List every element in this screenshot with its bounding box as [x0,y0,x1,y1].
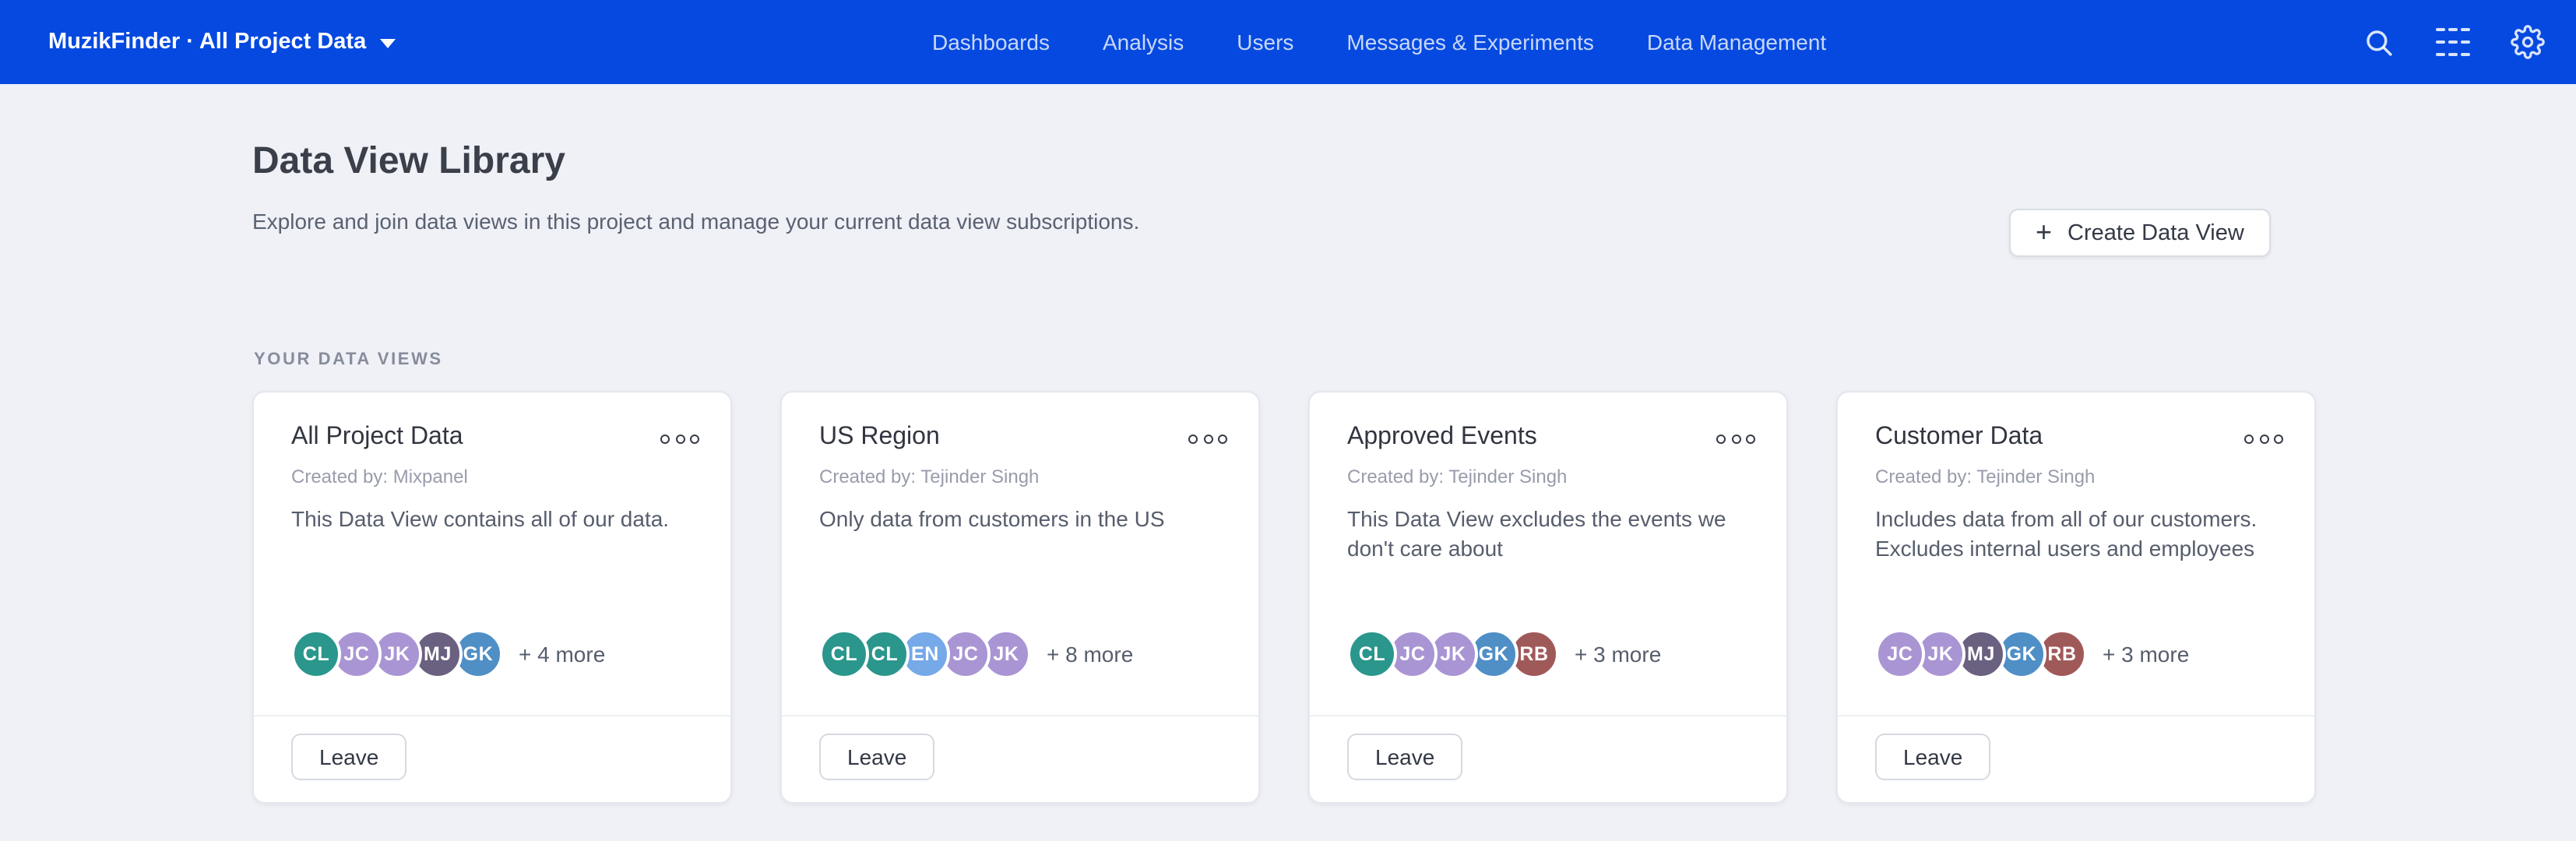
nav-item-data-management[interactable]: Data Management [1647,30,1826,55]
card-created-by: Created by: Tejinder Singh [1347,466,1567,487]
card-divider [1310,715,1786,716]
settings-gear-icon[interactable] [2511,25,2545,59]
data-view-card-approved-events: Approved Events Created by: Tejinder Sin… [1308,391,1788,804]
section-label-your-data-views: YOUR DATA VIEWS [254,350,443,369]
kebab-horizontal-icon[interactable] [660,424,699,444]
data-view-card-customer-data: Customer Data Created by: Tejinder Singh… [1836,391,2316,804]
card-created-by: Created by: Tejinder Singh [819,466,1039,487]
nav-item-analysis[interactable]: Analysis [1103,30,1184,55]
apps-grid-icon[interactable] [2436,25,2470,59]
primary-nav: Dashboards Analysis Users Messages & Exp… [396,30,2363,55]
search-icon[interactable] [2363,26,2395,58]
member-avatar-row: JCJKMJGKRB + 3 more [1875,629,2189,679]
nav-item-users[interactable]: Users [1237,30,1293,55]
card-header: Approved Events [1347,424,1755,452]
kebab-horizontal-icon[interactable] [1188,424,1227,444]
avatar-stack: CLJCJKGKRB [1347,629,1559,679]
card-header: US Region [819,424,1227,452]
kebab-horizontal-icon[interactable] [1716,424,1755,444]
leave-button[interactable]: Leave [291,734,406,780]
create-data-view-button[interactable]: + Create Data View [2009,209,2271,257]
project-switcher[interactable]: MuzikFinder · All Project Data [48,30,396,55]
create-data-view-label: Create Data View [2067,220,2244,245]
avatar-stack: CLCLENJCJK [819,629,1031,679]
card-header: All Project Data [291,424,699,452]
card-title: US Region [819,424,940,452]
card-description: Includes data from all of our customers.… [1875,505,2277,564]
card-description: This Data View excludes the events we do… [1347,505,1749,564]
page-title: Data View Library [252,140,565,184]
card-divider [1838,715,2314,716]
member-avatar-row: CLJCJKGKRB + 3 more [1347,629,1661,679]
more-members-label: + 8 more [1047,642,1133,667]
card-divider [254,715,730,716]
card-created-by: Created by: Mixpanel [291,466,468,487]
card-title: Customer Data [1875,424,2043,452]
leave-button[interactable]: Leave [1875,734,1990,780]
card-description: Only data from customers in the US [819,505,1221,534]
more-members-label: + 3 more [1575,642,1661,667]
page-subtitle: Explore and join data views in this proj… [252,209,1139,234]
card-divider [782,715,1258,716]
nav-item-dashboards[interactable]: Dashboards [932,30,1050,55]
leave-button[interactable]: Leave [1347,734,1462,780]
card-header: Customer Data [1875,424,2283,452]
avatar: JC [1875,629,1925,679]
avatar: CL [1347,629,1397,679]
kebab-horizontal-icon[interactable] [2244,424,2283,444]
card-title: Approved Events [1347,424,1537,452]
app-window: MuzikFinder · All Project Data Dashboard… [0,0,2576,841]
card-created-by: Created by: Tejinder Singh [1875,466,2095,487]
top-icon-group [2363,25,2545,59]
data-view-card-all-project-data: All Project Data Created by: Mixpanel Th… [252,391,732,804]
avatar-stack: CLJCJKMJGK [291,629,503,679]
nav-item-messages-experiments[interactable]: Messages & Experiments [1346,30,1593,55]
member-avatar-row: CLJCJKMJGK + 4 more [291,629,605,679]
leave-button[interactable]: Leave [819,734,934,780]
card-title: All Project Data [291,424,463,452]
main-content: Data View Library Explore and join data … [0,84,2576,841]
more-members-label: + 4 more [519,642,605,667]
data-view-card-grid: All Project Data Created by: Mixpanel Th… [252,391,2316,804]
member-avatar-row: CLCLENJCJK + 8 more [819,629,1133,679]
avatar-stack: JCJKMJGKRB [1875,629,2087,679]
more-members-label: + 3 more [2103,642,2189,667]
chevron-down-icon [380,39,396,48]
top-nav-bar: MuzikFinder · All Project Data Dashboard… [0,0,2576,84]
brand-label: MuzikFinder · All Project Data [48,30,366,55]
avatar: CL [819,629,869,679]
card-description: This Data View contains all of our data. [291,505,693,534]
plus-icon: + [2036,217,2052,245]
avatar: CL [291,629,341,679]
data-view-card-us-region: US Region Created by: Tejinder Singh Onl… [780,391,1260,804]
